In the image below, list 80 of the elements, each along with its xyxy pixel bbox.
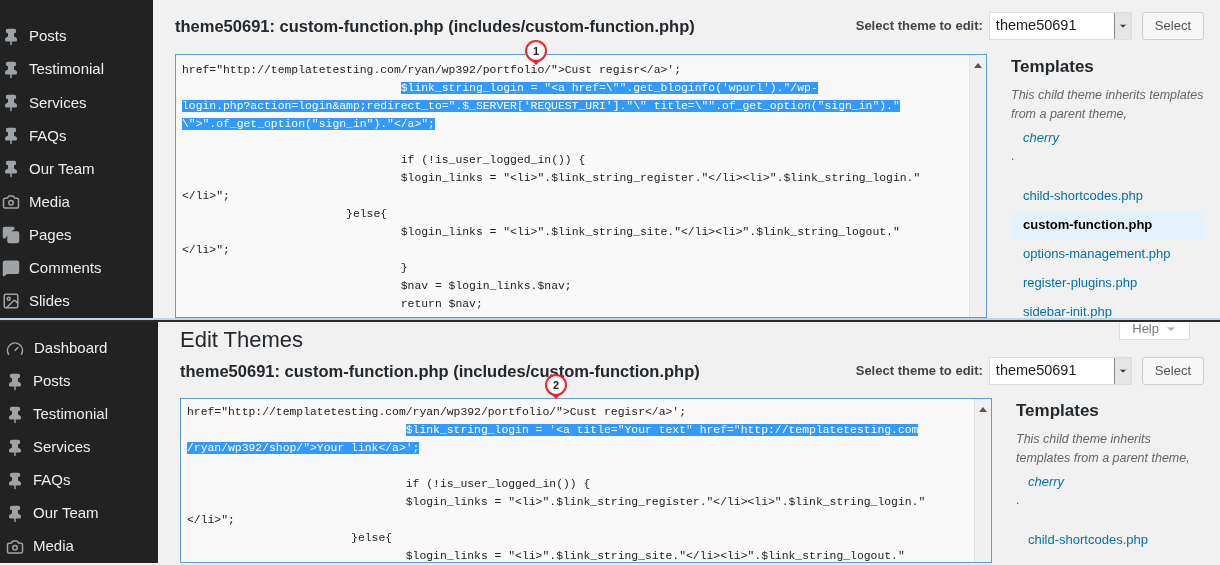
speech-bubble-icon: [2, 259, 20, 278]
pin-icon: [2, 126, 20, 145]
scrollbar[interactable]: [969, 55, 986, 317]
template-file-link[interactable]: child-shortcodes.php: [1011, 181, 1205, 211]
image-icon: [2, 292, 20, 311]
pin-icon: [2, 60, 20, 79]
templates-title: Templates: [1016, 400, 1100, 422]
templates-description: This child theme inherits templates from a parent theme,: [1016, 431, 1191, 467]
sidebar-item[interactable]: Services: [0, 86, 153, 120]
gauge-icon: [6, 339, 24, 358]
pin-icon: [2, 160, 20, 178]
theme-select[interactable]: theme50691: [988, 357, 1132, 385]
code-line: href="http://templatetesting.com/ryan/wp392/portfolio/">Cust regisr</a>';: [187, 406, 686, 418]
template-file-link[interactable]: child-shortcodes.php: [1016, 525, 1205, 555]
code-line: return $nav;: [400, 298, 483, 310]
code-line: </li>";: [182, 190, 230, 202]
pointer-icon: [552, 395, 560, 399]
parent-theme-link[interactable]: cherry: [1023, 128, 1205, 148]
caret-icon: [1117, 21, 1128, 31]
separator-dot: .: [1011, 149, 1015, 162]
sidebar-item[interactable]: Comments: [0, 251, 153, 285]
code-line: $login_links = "<li>".$link_string_site."</li><li>".$link_string_logout.": [400, 226, 900, 238]
templates-description: This child theme inherits templates from a parent theme,: [1011, 87, 1205, 123]
sidebar-item[interactable]: Media: [0, 185, 153, 219]
caret-icon: [1117, 366, 1128, 376]
code-line: href="http://templatetesting.com/ryan/wp392/portfolio/">Cust regisr</a>';: [182, 64, 681, 76]
code-line: $login_links = "<li>".$link_string_register."</li><li>".$link_string_login.": [400, 172, 921, 184]
separator-dot: .: [1016, 493, 1020, 506]
code-line: </li>";: [182, 244, 230, 256]
camera-icon: [6, 537, 24, 556]
theme-select[interactable]: theme50691: [988, 12, 1132, 40]
code-line: $nav = $login_links.$nav;: [400, 280, 572, 292]
sidebar-item[interactable]: FAQs: [0, 464, 158, 497]
code-line: $login_links = "<li>".$link_string_register."</li><li>".$link_string_login.": [405, 496, 926, 508]
sidebar-item[interactable]: Testimonial: [0, 398, 158, 431]
pointer-icon: [532, 61, 540, 65]
sidebar-item[interactable]: Posts: [0, 365, 158, 398]
code-editor[interactable]: [180, 398, 992, 563]
sidebar-item[interactable]: Our Team: [0, 497, 158, 530]
pin-icon: [6, 471, 24, 490]
sidebar-item[interactable]: Media: [0, 530, 158, 563]
code-line: }else{: [351, 532, 393, 544]
select-button[interactable]: Select: [1141, 12, 1204, 40]
sidebar-item[interactable]: FAQs: [0, 119, 153, 153]
scrollbar[interactable]: [974, 399, 991, 562]
camera-icon: [2, 193, 20, 212]
code-line: }else{: [346, 208, 388, 220]
sidebar-item[interactable]: Pages: [0, 218, 153, 252]
page-title: Edit Themes: [180, 326, 304, 354]
code-line: </li>";: [187, 514, 235, 526]
code-line: }: [400, 262, 408, 274]
help-button[interactable]: Help: [1119, 322, 1190, 340]
pin-icon: [6, 372, 24, 391]
scroll-up-icon: [974, 63, 982, 68]
select-button[interactable]: Select: [1141, 357, 1204, 385]
scroll-up-icon: [979, 407, 987, 412]
sidebar-item[interactable]: Our Team: [0, 152, 153, 186]
file-heading: theme50691: custom-function.php (includes/custom-function.php): [175, 15, 695, 37]
sidebar-item[interactable]: Services: [0, 431, 158, 464]
code-editor[interactable]: [175, 54, 987, 318]
parent-theme-link[interactable]: cherry: [1028, 472, 1205, 492]
code-line: if (!is_user_logged_in()) {: [405, 478, 591, 490]
code-line: if (!is_user_logged_in()) {: [400, 154, 586, 166]
pin-icon: [2, 27, 20, 46]
select-label: Select theme to edit:: [855, 362, 983, 381]
template-file-link[interactable]: custom-function.php: [1011, 210, 1205, 240]
sidebar-item[interactable]: Dashboard: [0, 332, 158, 365]
pin-icon: [6, 405, 24, 424]
pin-icon: [2, 93, 20, 112]
template-file-link[interactable]: register-plugins.php: [1011, 268, 1205, 298]
templates-title: Templates: [1011, 56, 1095, 78]
sidebar-item[interactable]: Slides: [0, 284, 153, 318]
sidebar-item[interactable]: Posts: [0, 20, 153, 54]
template-file-link[interactable]: options-management.php: [1011, 239, 1205, 269]
code-line: $login_links = "<li>".$link_string_site."</li><li>".$link_string_logout.": [405, 550, 905, 562]
pin-icon: [6, 438, 24, 457]
select-label: Select theme to edit:: [855, 17, 983, 36]
pin-icon: [6, 504, 24, 523]
sidebar-item[interactable]: Testimonial: [0, 53, 153, 87]
pages-icon: [2, 226, 20, 245]
